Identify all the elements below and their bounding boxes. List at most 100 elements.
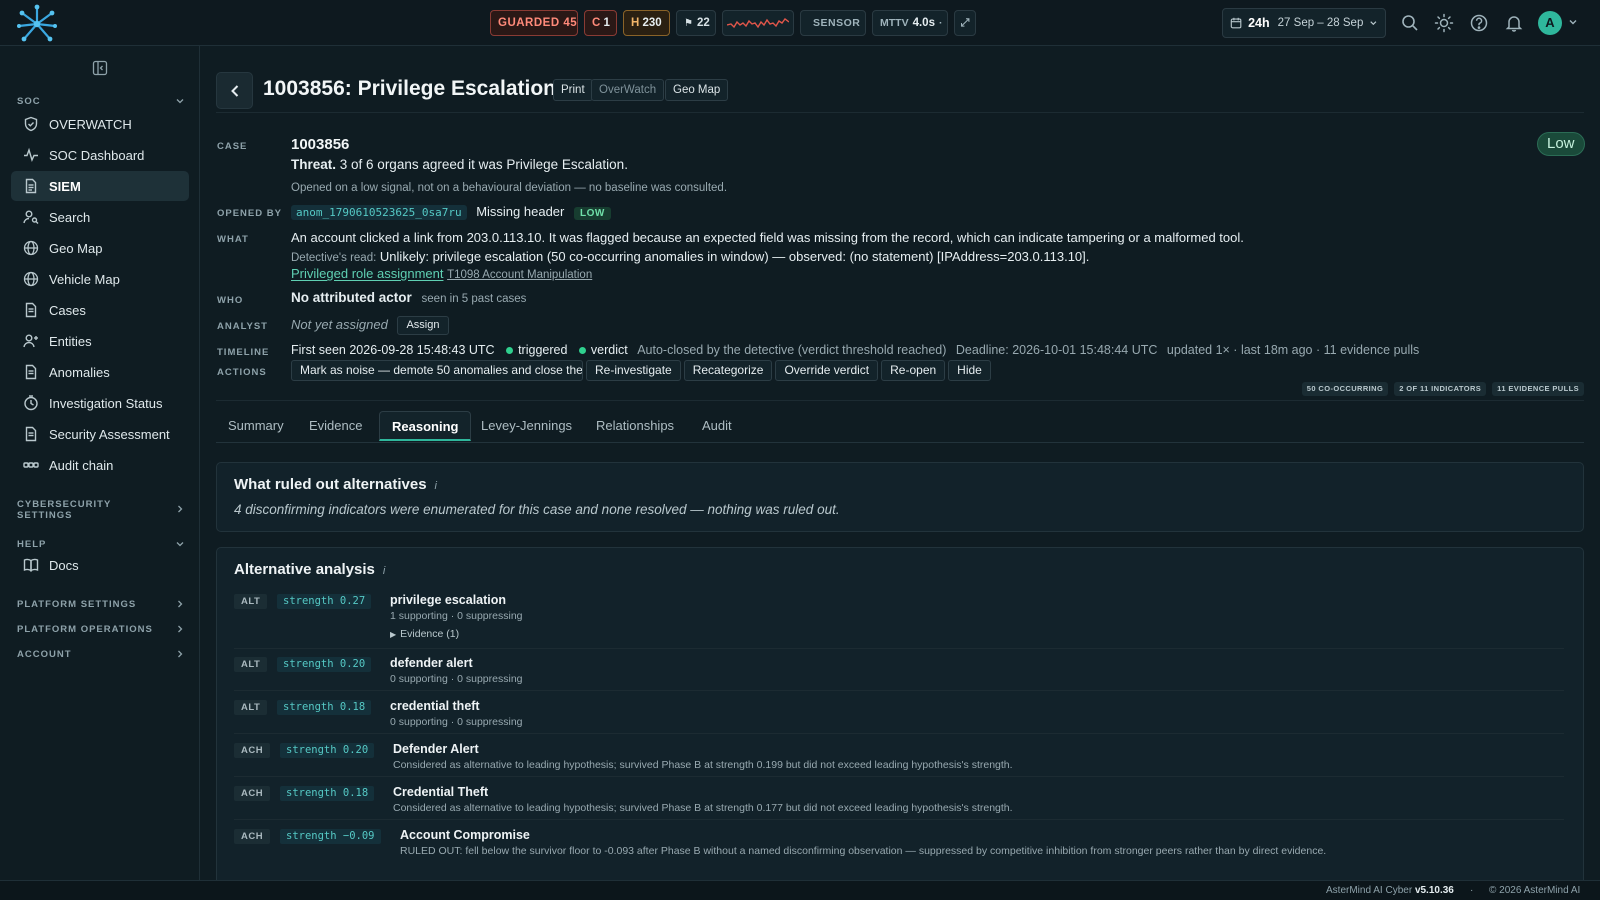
technique-link[interactable]: Privileged role assignment	[291, 266, 443, 281]
info-icon[interactable]: i	[383, 565, 385, 577]
verdict-status: verdict	[590, 343, 628, 357]
time-range-selector[interactable]: 24h 27 Sep – 28 Sep	[1222, 8, 1386, 38]
sidebar-item-soc-dashboard[interactable]: SOC Dashboard	[11, 140, 189, 170]
sidebar-section-help[interactable]: HELP	[17, 539, 185, 550]
threat-summary: Threat. 3 of 6 organs agreed it was Priv…	[291, 157, 628, 172]
alt-tag: ALT	[234, 700, 268, 715]
chevron-right-icon	[178, 505, 183, 513]
print-button[interactable]: Print	[553, 79, 593, 101]
strength-chip: strength 0.18	[280, 786, 375, 801]
divider	[234, 776, 1564, 777]
sidebar-item-docs[interactable]: Docs	[11, 550, 189, 580]
sidebar-item-search[interactable]: Search	[11, 202, 189, 232]
sidebar-item-cases[interactable]: Cases	[11, 295, 189, 325]
back-button[interactable]	[216, 72, 253, 109]
who-label: WHO	[217, 295, 244, 306]
flag-count-pill[interactable]: ⚑ 22	[676, 10, 716, 36]
sidebar-item-audit-chain[interactable]: Audit chain	[11, 450, 189, 480]
sidebar-item-entities[interactable]: Entities	[11, 326, 189, 356]
sidebar-item-label: Vehicle Map	[49, 271, 120, 287]
technique-id-link[interactable]: T1098 Account Manipulation	[447, 269, 592, 281]
chevron-right-icon	[178, 600, 183, 608]
threat-level-pill[interactable]: GUARDED 45	[490, 10, 578, 36]
activity-sparkline-pill[interactable]	[722, 10, 794, 36]
reinvestigate-button[interactable]: Re-investigate	[586, 360, 681, 381]
sensor-status-pill[interactable]: SENSOR	[800, 10, 866, 36]
divider	[234, 648, 1564, 649]
sun-icon[interactable]	[1434, 13, 1454, 33]
bell-icon[interactable]	[1504, 13, 1524, 33]
triggered-status: triggered	[518, 343, 568, 357]
info-icon[interactable]: i	[435, 480, 437, 492]
help-icon[interactable]	[1469, 13, 1489, 33]
tab-reasoning[interactable]: Reasoning	[379, 411, 472, 441]
search-icon[interactable]	[1400, 13, 1420, 33]
sidebar-item-label: OVERWATCH	[49, 116, 132, 132]
tab-audit[interactable]: Audit	[690, 411, 744, 441]
sidebar-item-siem[interactable]: SIEM	[11, 171, 189, 201]
sidebar-item-geo-map[interactable]: Geo Map	[11, 233, 189, 263]
actions-row: Mark as noise — demote 50 anomalies and …	[291, 360, 994, 381]
tab-evidence[interactable]: Evidence	[297, 411, 374, 441]
case-id: 1003856	[291, 136, 350, 153]
sidebar-section-platform-settings[interactable]: PLATFORM SETTINGS	[17, 599, 185, 610]
strength-chip: strength 0.20	[277, 657, 372, 672]
case-tabs: Summary Evidence Reasoning Levey-Jenning…	[216, 411, 1584, 443]
sidebar-item-label: SIEM	[49, 178, 81, 194]
overwatch-button[interactable]: OverWatch	[591, 79, 665, 101]
sidebar-item-label: Search	[49, 209, 91, 225]
sidebar-section-label: HELP	[17, 539, 47, 550]
sidebar-item-security-assessment[interactable]: Security Assessment	[11, 419, 189, 449]
sidebar-section-account[interactable]: ACCOUNT	[17, 649, 185, 660]
strength-chip: strength 0.18	[277, 700, 372, 715]
divider	[216, 400, 1584, 401]
ach-name: Account Compromise	[400, 828, 530, 842]
sidebar-item-vehicle-map[interactable]: Vehicle Map	[11, 264, 189, 294]
case-label: CASE	[217, 141, 248, 152]
mttv-pill[interactable]: MTTV 4.0s ·	[872, 10, 948, 36]
astermind-logo-icon[interactable]	[16, 4, 58, 44]
evidence-pulls-chip: 11 EVIDENCE PULLS	[1492, 382, 1584, 396]
sidebar-collapse-icon[interactable]	[92, 60, 108, 76]
version: v5.10.36	[1414, 885, 1454, 896]
sidebar-section-platform-operations[interactable]: PLATFORM OPERATIONS	[17, 624, 185, 635]
timeline-value: First seen 2026-09-28 15:48:43 UTC trigg…	[291, 343, 1419, 357]
expand-button[interactable]: ⤢	[954, 10, 976, 36]
sidebar-section-cybersecurity-settings[interactable]: CYBERSECURITY SETTINGS	[17, 499, 185, 521]
tab-relationships[interactable]: Relationships	[584, 411, 686, 441]
assign-button[interactable]: Assign	[397, 316, 449, 335]
high-count-pill[interactable]: H 230	[623, 10, 670, 36]
tab-summary[interactable]: Summary	[216, 411, 296, 441]
sidebar-section-soc[interactable]: SOC	[17, 96, 185, 107]
anomaly-id-link[interactable]: anom_1790610523625_0sa7ru	[291, 205, 467, 220]
sidebar-item-overwatch[interactable]: OVERWATCH	[11, 109, 189, 139]
threat-text: 3 of 6 organs agreed it was Privilege Es…	[339, 157, 628, 172]
activity-sparkline	[727, 18, 789, 29]
globe-icon	[23, 240, 39, 256]
verdict-dot	[578, 347, 586, 354]
reopen-button[interactable]: Re-open	[881, 360, 946, 381]
mark-as-noise-button[interactable]: Mark as noise — demote 50 anomalies and …	[291, 360, 583, 381]
shield-icon	[24, 116, 38, 132]
ach-tag: ACH	[234, 786, 271, 801]
tab-levey-jennings[interactable]: Levey-Jennings	[469, 411, 584, 441]
override-verdict-button[interactable]: Override verdict	[775, 360, 879, 381]
analyst-text: Not yet assigned	[291, 316, 388, 332]
evidence-toggle[interactable]: ▶ Evidence (1)	[390, 628, 459, 640]
recategorize-button[interactable]: Recategorize	[683, 360, 773, 381]
sidebar-item-anomalies[interactable]: Anomalies	[11, 357, 189, 387]
chevron-right-icon	[178, 650, 183, 658]
sidebar-section-label: SETTINGS	[17, 510, 73, 521]
sidebar-item-investigation-status[interactable]: Investigation Status	[11, 388, 189, 418]
product-version: AsterMind AI Cyber v5.10.36	[1326, 885, 1454, 896]
critical-count-pill[interactable]: C 1	[584, 10, 617, 36]
hide-button[interactable]: Hide	[948, 360, 991, 381]
dot-separator: ·	[1470, 885, 1474, 896]
chevron-down-icon[interactable]	[1568, 17, 1578, 27]
user-avatar[interactable]: A	[1538, 11, 1562, 35]
who-value: No attributed actor seen in 5 past cases	[291, 290, 526, 305]
document-icon	[25, 426, 37, 442]
geo-map-button[interactable]: Geo Map	[665, 79, 729, 101]
sidebar-section-label: PLATFORM SETTINGS	[17, 599, 137, 610]
gauge-icon	[24, 395, 38, 411]
